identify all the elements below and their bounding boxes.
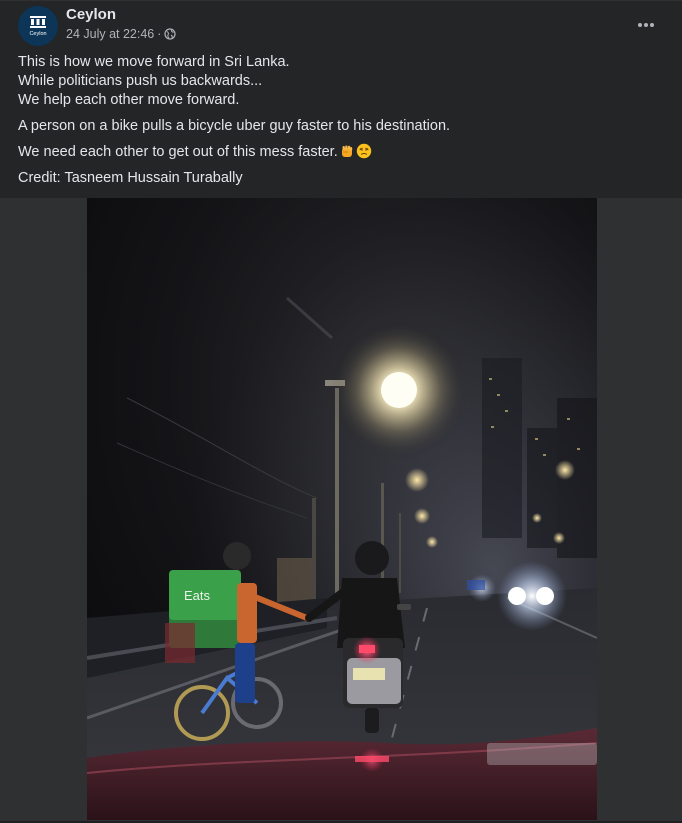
post-media[interactable]: Eats: [0, 198, 682, 823]
svg-text:Eats: Eats: [184, 588, 211, 603]
post-line: We need each other to get out of this me…: [18, 144, 338, 160]
page-name-link[interactable]: Ceylon: [66, 6, 116, 24]
photo-credit: Credit: Tasneem Hussain Turabally: [18, 170, 243, 186]
more-options-button[interactable]: [628, 7, 664, 43]
raised-fist-emoji: [339, 143, 355, 159]
post-paragraph: A person on a bike pulls a bicycle uber …: [18, 117, 658, 136]
post-line: This is how we move forward in Sri Lanka…: [18, 54, 290, 70]
persevering-face-emoji: [356, 143, 372, 159]
svg-text:Ceylon: Ceylon: [29, 31, 46, 37]
post-line: A person on a bike pulls a bicycle uber …: [18, 118, 451, 134]
post-paragraph: This is how we move forward in Sri Lanka…: [18, 53, 658, 110]
post-paragraph: We need each other to get out of this me…: [18, 143, 658, 162]
post-header: Ceylon Ceylon 24 July at 22:46 ·: [0, 1, 682, 49]
post-paragraph: Credit: Tasneem Hussain Turabally: [18, 169, 658, 188]
post-line: We help each other move forward.: [18, 92, 240, 108]
post-text: This is how we move forward in Sri Lanka…: [18, 53, 658, 195]
facebook-post: Ceylon Ceylon 24 July at 22:46 · This is…: [0, 0, 682, 823]
post-photo[interactable]: Eats: [87, 198, 597, 820]
night-road-photo: Eats: [87, 198, 597, 820]
meta-separator: ·: [157, 27, 162, 41]
page-avatar[interactable]: Ceylon: [18, 6, 58, 46]
post-meta: 24 July at 22:46 ·: [66, 26, 177, 42]
globe-icon[interactable]: [164, 28, 177, 40]
more-options-icon: [638, 23, 654, 27]
post-line: While politicians push us backwards...: [18, 73, 263, 89]
post-timestamp[interactable]: 24 July at 22:46: [66, 26, 154, 42]
ceylon-logo-icon: Ceylon: [18, 6, 58, 46]
